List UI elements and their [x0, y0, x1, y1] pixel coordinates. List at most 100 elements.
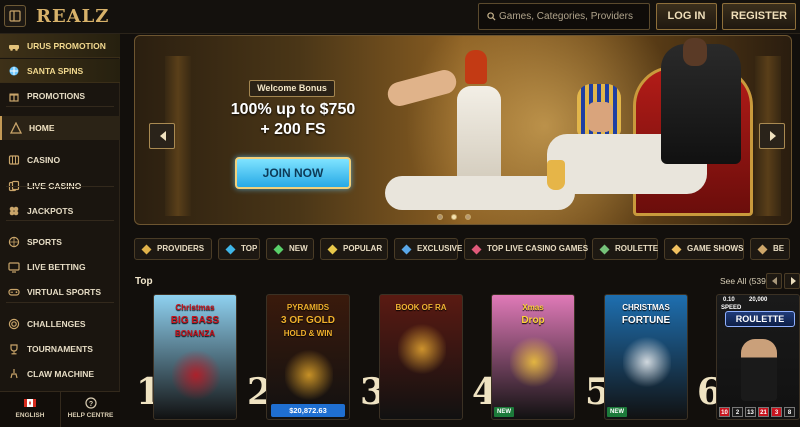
sidebar-item-promotions[interactable]: PROMOTIONS — [0, 84, 120, 108]
roulette-result-number: 8 — [784, 407, 795, 417]
dealer-figure — [741, 339, 777, 401]
sidebar-divider — [6, 106, 114, 107]
svg-text:?: ? — [88, 401, 92, 408]
sidebar-item-tournaments[interactable]: TOURNAMENTS — [0, 337, 120, 361]
gamepad-icon — [8, 288, 20, 296]
register-button[interactable]: REGISTER — [722, 3, 796, 30]
sidebar-item-label: TOURNAMENTS — [27, 344, 93, 354]
diamond-icon — [225, 244, 236, 255]
tab-new[interactable]: NEW — [266, 238, 314, 260]
tab-label: POPULAR — [343, 244, 383, 253]
roulette-results: 10 2 13 21 3 8 — [719, 407, 797, 417]
sidebar-item-urus-promotion[interactable]: URUS PROMOTION — [0, 34, 120, 58]
sidebar-item-label: VIRTUAL SPORTS — [27, 287, 101, 297]
game-title-line: BONANZA — [175, 329, 215, 338]
hero-dot[interactable] — [451, 214, 457, 220]
trophy-icon — [10, 344, 18, 355]
hero-headline-line1: 100% up to $750 — [230, 101, 356, 118]
game-tile[interactable]: Christmas BIG BASS BONANZA — [153, 294, 237, 420]
tab-top[interactable]: TOP — [218, 238, 260, 260]
sidebar-item-home[interactable]: HOME — [0, 116, 120, 140]
join-now-button[interactable]: JOIN NOW — [235, 157, 351, 189]
tab-providers[interactable]: PROVIDERS — [134, 238, 212, 260]
game-title-line: BOOK OF RA — [395, 303, 447, 312]
sidebar-item-label: JACKPOTS — [27, 206, 74, 216]
game-tile[interactable]: 0.10 20,000 SPEED ROULETTE 10 2 13 21 3 8 — [716, 294, 800, 420]
game-title-line: ROULETTE — [725, 311, 795, 327]
sidebar-item-label: LIVE BETTING — [27, 262, 86, 272]
game-title-line: Xmas — [522, 303, 544, 312]
see-all-link[interactable]: See All (539) — [720, 276, 769, 286]
sidebar-item-santa-spins[interactable]: SANTA SPINS — [0, 59, 120, 83]
help-label: HELP CENTRE — [67, 412, 114, 419]
tab-exclusive[interactable]: EXCLUSIVE — [394, 238, 462, 260]
top-prev-button[interactable] — [766, 273, 782, 289]
tab-label: NEW — [289, 244, 308, 253]
pyramid-icon — [10, 122, 22, 134]
target-icon — [8, 318, 20, 330]
sidebar-item-challenges[interactable]: CHALLENGES — [0, 312, 120, 336]
microphone-icon — [671, 244, 682, 255]
claw-icon — [10, 369, 18, 379]
sidebar-item-virtual-sports[interactable]: VIRTUAL SPORTS — [0, 280, 120, 304]
sidebar-divider — [6, 302, 114, 303]
hero-figure-pharaoh-face — [587, 102, 613, 132]
hero-dot[interactable] — [465, 214, 471, 220]
tab-top-live-casino-games[interactable]: TOP LIVE CASINO GAMES — [464, 238, 589, 260]
providers-icon — [141, 244, 152, 255]
game-art — [172, 348, 220, 402]
game-title-line: Christmas — [175, 303, 215, 312]
top-header: REALZ LOG IN REGISTER — [0, 0, 800, 34]
tab-popular[interactable]: POPULAR — [320, 238, 388, 260]
hero-next-button[interactable] — [759, 123, 785, 149]
dealer-icon — [471, 244, 482, 255]
sidebar-item-label: URUS PROMOTION — [27, 41, 106, 51]
tab-game-shows[interactable]: GAME SHOWS — [664, 238, 744, 260]
top-next-button[interactable] — [784, 273, 800, 289]
sidebar-item-label: HOME — [29, 123, 55, 133]
game-tile[interactable]: CHRISTMAS FORTUNE NEW — [604, 294, 688, 420]
sidebar: URUS PROMOTION SANTA SPINS PROMOTIONS HOME C… — [0, 34, 120, 427]
car-icon — [9, 45, 19, 51]
hero-headline-line2: + 200 FS — [260, 121, 326, 138]
game-tile[interactable]: PYRAMIDS 3 OF GOLD HOLD & WIN $20,872.63 — [266, 294, 350, 420]
welcome-bonus-badge: Welcome Bonus — [249, 80, 335, 97]
site-logo[interactable]: REALZ — [36, 6, 109, 27]
hero-prev-button[interactable] — [149, 123, 175, 149]
hero-figure-man-head — [683, 38, 707, 66]
menu-toggle-button[interactable] — [4, 5, 26, 27]
tab-roulette[interactable]: ROULETTE — [592, 238, 658, 260]
hero-banner[interactable]: Welcome Bonus 100% up to $750 + 200 FS J… — [134, 35, 792, 225]
tab-label: BE — [773, 244, 785, 253]
chevron-left-icon — [160, 131, 166, 141]
search-box[interactable] — [478, 3, 650, 30]
sidebar-item-sports[interactable]: SPORTS — [0, 230, 120, 254]
game-tile[interactable]: BOOK OF RA — [379, 294, 463, 420]
sidebar-divider — [6, 220, 114, 221]
gift-icon — [9, 93, 19, 102]
game-title-line: PYRAMIDS — [286, 303, 330, 312]
hero-dot[interactable] — [437, 214, 443, 220]
tab-be[interactable]: BE — [750, 238, 790, 260]
help-centre-link[interactable]: ? HELP CENTRE — [60, 392, 120, 427]
game-tile[interactable]: Xmas Drop NEW — [491, 294, 575, 420]
sidebar-item-casino[interactable]: CASINO — [0, 148, 120, 172]
tab-label: PROVIDERS — [157, 244, 205, 253]
sidebar-item-label: SPORTS — [27, 237, 62, 247]
search-input[interactable] — [499, 4, 647, 29]
slot-icon — [8, 155, 20, 165]
crown-icon — [401, 244, 412, 255]
roulette-min-bet: 0.10 — [723, 297, 735, 303]
star-icon — [327, 244, 338, 255]
login-button[interactable]: LOG IN — [656, 3, 717, 30]
sidebar-divider — [6, 186, 114, 187]
language-selector[interactable]: ENGLISH — [0, 392, 60, 427]
sidebar-item-claw-machine[interactable]: CLAW MACHINE — [0, 362, 120, 386]
game-title-line: FORTUNE — [621, 315, 671, 326]
game-title-line: Drop — [521, 315, 545, 326]
sidebar-item-live-betting[interactable]: LIVE BETTING — [0, 255, 120, 279]
lightning-icon — [273, 244, 284, 255]
tab-label: TOP LIVE CASINO GAMES — [487, 244, 589, 253]
clover-icon — [9, 206, 19, 216]
sidebar-item-label: CLAW MACHINE — [27, 369, 95, 379]
